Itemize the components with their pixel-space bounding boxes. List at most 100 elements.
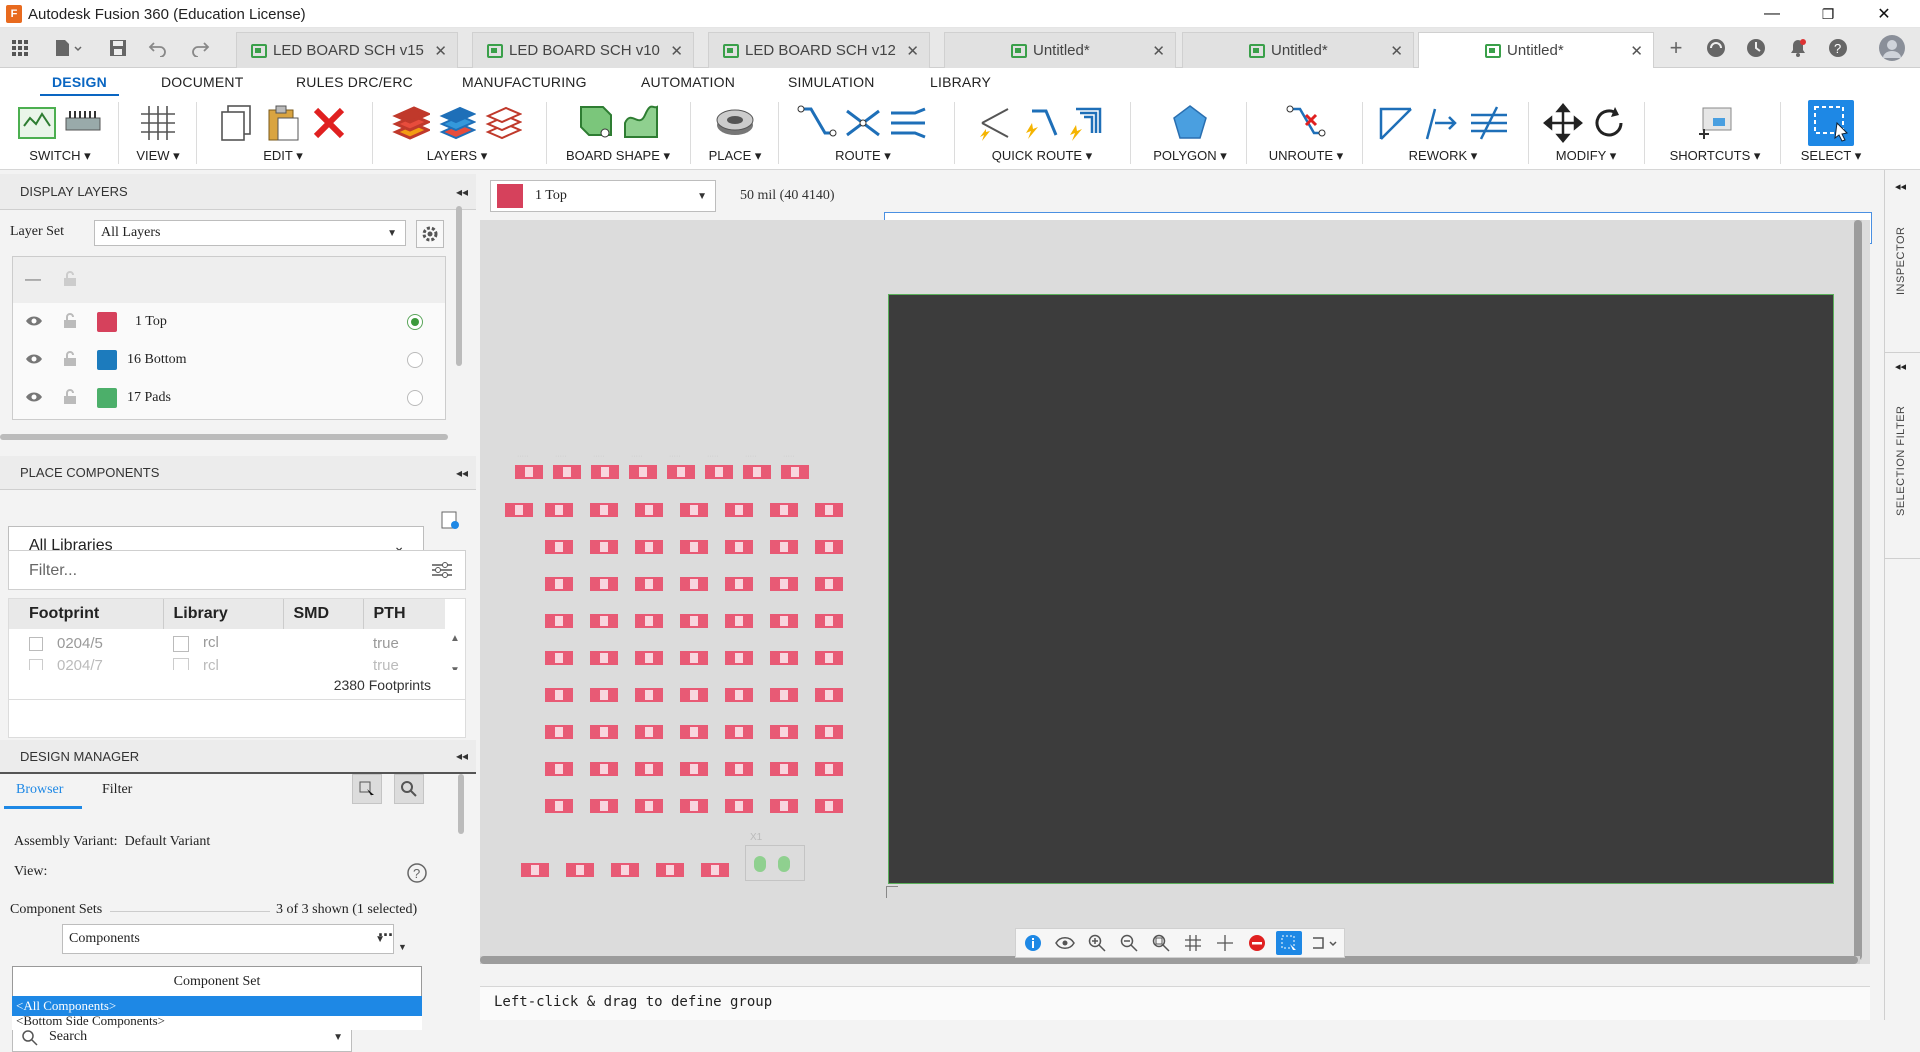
tab-document[interactable]: DOCUMENT — [161, 74, 243, 90]
pad[interactable] — [635, 651, 663, 665]
layer-row-bottom[interactable]: 16 Bottom — [13, 341, 445, 379]
more-options-button[interactable]: ... — [378, 920, 393, 941]
pad[interactable] — [505, 503, 533, 517]
lock-icon[interactable] — [63, 388, 77, 408]
quick-route-signal-icon[interactable] — [1022, 103, 1062, 143]
pad[interactable] — [725, 577, 753, 591]
job-status-icon[interactable] — [1742, 36, 1770, 60]
tab-filter[interactable]: Filter — [102, 782, 132, 798]
switch-board-icon[interactable] — [63, 103, 103, 143]
pad[interactable] — [680, 688, 708, 702]
info-icon[interactable] — [1020, 931, 1046, 955]
move-icon[interactable] — [1543, 103, 1583, 143]
tab-led-board-sch-v15[interactable]: LED BOARD SCH v15 ✕ — [236, 32, 458, 68]
pad[interactable] — [770, 651, 798, 665]
tab-manufacturing[interactable]: MANUFACTURING — [462, 74, 587, 90]
layers-group[interactable]: LAYERS ▾ — [382, 96, 532, 170]
switch-schematic-icon[interactable] — [17, 103, 57, 143]
pad[interactable] — [680, 799, 708, 813]
col-footprint[interactable]: Footprint — [9, 599, 164, 629]
active-layer-radio[interactable] — [407, 314, 423, 330]
rework-split-icon[interactable] — [1377, 103, 1417, 143]
quick-route-all-icon[interactable] — [1068, 103, 1108, 143]
pad[interactable] — [553, 465, 581, 479]
zoom-fit-icon[interactable] — [1148, 931, 1174, 955]
polygon-group[interactable]: POLYGON ▾ — [1140, 96, 1240, 170]
pad[interactable] — [521, 863, 549, 877]
pad[interactable] — [635, 503, 663, 517]
pad[interactable] — [815, 688, 843, 702]
pad[interactable] — [680, 503, 708, 517]
pad[interactable] — [815, 799, 843, 813]
pad[interactable] — [725, 651, 753, 665]
eye-icon[interactable] — [25, 352, 43, 368]
table-row[interactable]: 0204/5 rcl true — [9, 629, 445, 657]
notifications-icon[interactable] — [1784, 36, 1812, 60]
pad[interactable] — [545, 688, 573, 702]
pad[interactable] — [635, 540, 663, 554]
pad[interactable] — [770, 799, 798, 813]
list-item[interactable]: <Bottom Side Components> — [12, 1016, 422, 1030]
lock-icon[interactable] — [63, 312, 77, 332]
component-set-column-header[interactable]: Component Set — [12, 966, 422, 996]
help-icon[interactable]: ? — [1824, 36, 1852, 60]
pad[interactable] — [545, 503, 573, 517]
layer-color-swatch[interactable] — [97, 312, 117, 332]
board-outline-icon[interactable] — [575, 103, 615, 143]
unroute-group[interactable]: UNROUTE ▾ — [1256, 96, 1356, 170]
rework-group[interactable]: REWORK ▾ — [1366, 96, 1520, 170]
close-button[interactable]: ✕ — [1856, 0, 1912, 28]
pad[interactable] — [590, 688, 618, 702]
pad[interactable] — [590, 577, 618, 591]
select-icon[interactable] — [1808, 100, 1854, 146]
col-smd[interactable]: SMD — [283, 599, 364, 629]
rotate-icon[interactable] — [1589, 103, 1629, 143]
pad[interactable] — [781, 465, 809, 479]
pad[interactable] — [590, 651, 618, 665]
eye-icon[interactable] — [1052, 931, 1078, 955]
selection-filter-tab[interactable]: SELECTION FILTER — [1895, 386, 1907, 536]
layer-settings-gear-icon[interactable] — [416, 220, 444, 248]
pad[interactable] — [770, 688, 798, 702]
tab-untitled-active[interactable]: Untitled* ✕ — [1418, 32, 1654, 68]
pad[interactable] — [545, 651, 573, 665]
rework-meander-icon[interactable] — [1469, 103, 1509, 143]
pad[interactable] — [725, 725, 753, 739]
select-in-browser-icon[interactable] — [352, 774, 382, 804]
tab-led-board-sch-v10[interactable]: LED BOARD SCH v10 ✕ — [472, 32, 694, 68]
zoom-to-selection-icon[interactable] — [394, 774, 424, 804]
maximize-button[interactable]: ❐ — [1800, 0, 1856, 28]
pad[interactable] — [635, 577, 663, 591]
layer-visibility-icon[interactable] — [437, 103, 477, 143]
pad[interactable] — [770, 540, 798, 554]
shortcuts-icon[interactable] — [1695, 103, 1735, 143]
route-single-icon[interactable] — [797, 103, 837, 143]
pad[interactable] — [667, 465, 695, 479]
layers-hscrollbar[interactable] — [0, 434, 448, 440]
crosshair-icon[interactable] — [1212, 931, 1238, 955]
pad[interactable] — [815, 614, 843, 628]
tab-browser[interactable]: Browser — [16, 782, 63, 798]
shortcuts-group[interactable]: SHORTCUTS ▾ — [1660, 96, 1770, 170]
active-layer-select[interactable]: 1 Top ▼ — [490, 180, 716, 212]
pad[interactable] — [656, 863, 684, 877]
unroute-icon[interactable] — [1286, 103, 1326, 143]
close-icon[interactable]: ✕ — [670, 42, 683, 60]
close-icon[interactable]: ✕ — [1152, 42, 1165, 60]
close-icon[interactable]: ✕ — [1390, 42, 1403, 60]
pad[interactable] — [590, 503, 618, 517]
eye-icon[interactable] — [25, 314, 43, 330]
pad[interactable] — [705, 465, 733, 479]
footprint-filter-input[interactable]: Filter... — [8, 550, 466, 590]
switch-group[interactable]: SWITCH ▾ — [10, 96, 110, 170]
active-layer-radio[interactable] — [407, 390, 423, 406]
pad[interactable] — [590, 725, 618, 739]
canvas-vscrollbar[interactable] — [1854, 220, 1862, 960]
pad[interactable] — [680, 725, 708, 739]
pad[interactable] — [743, 465, 771, 479]
view-group[interactable]: VIEW ▾ — [128, 96, 188, 170]
close-icon[interactable]: ✕ — [434, 42, 447, 60]
pcb-board-outline[interactable] — [888, 294, 1834, 884]
pad[interactable] — [590, 540, 618, 554]
copy-icon[interactable] — [217, 103, 257, 143]
